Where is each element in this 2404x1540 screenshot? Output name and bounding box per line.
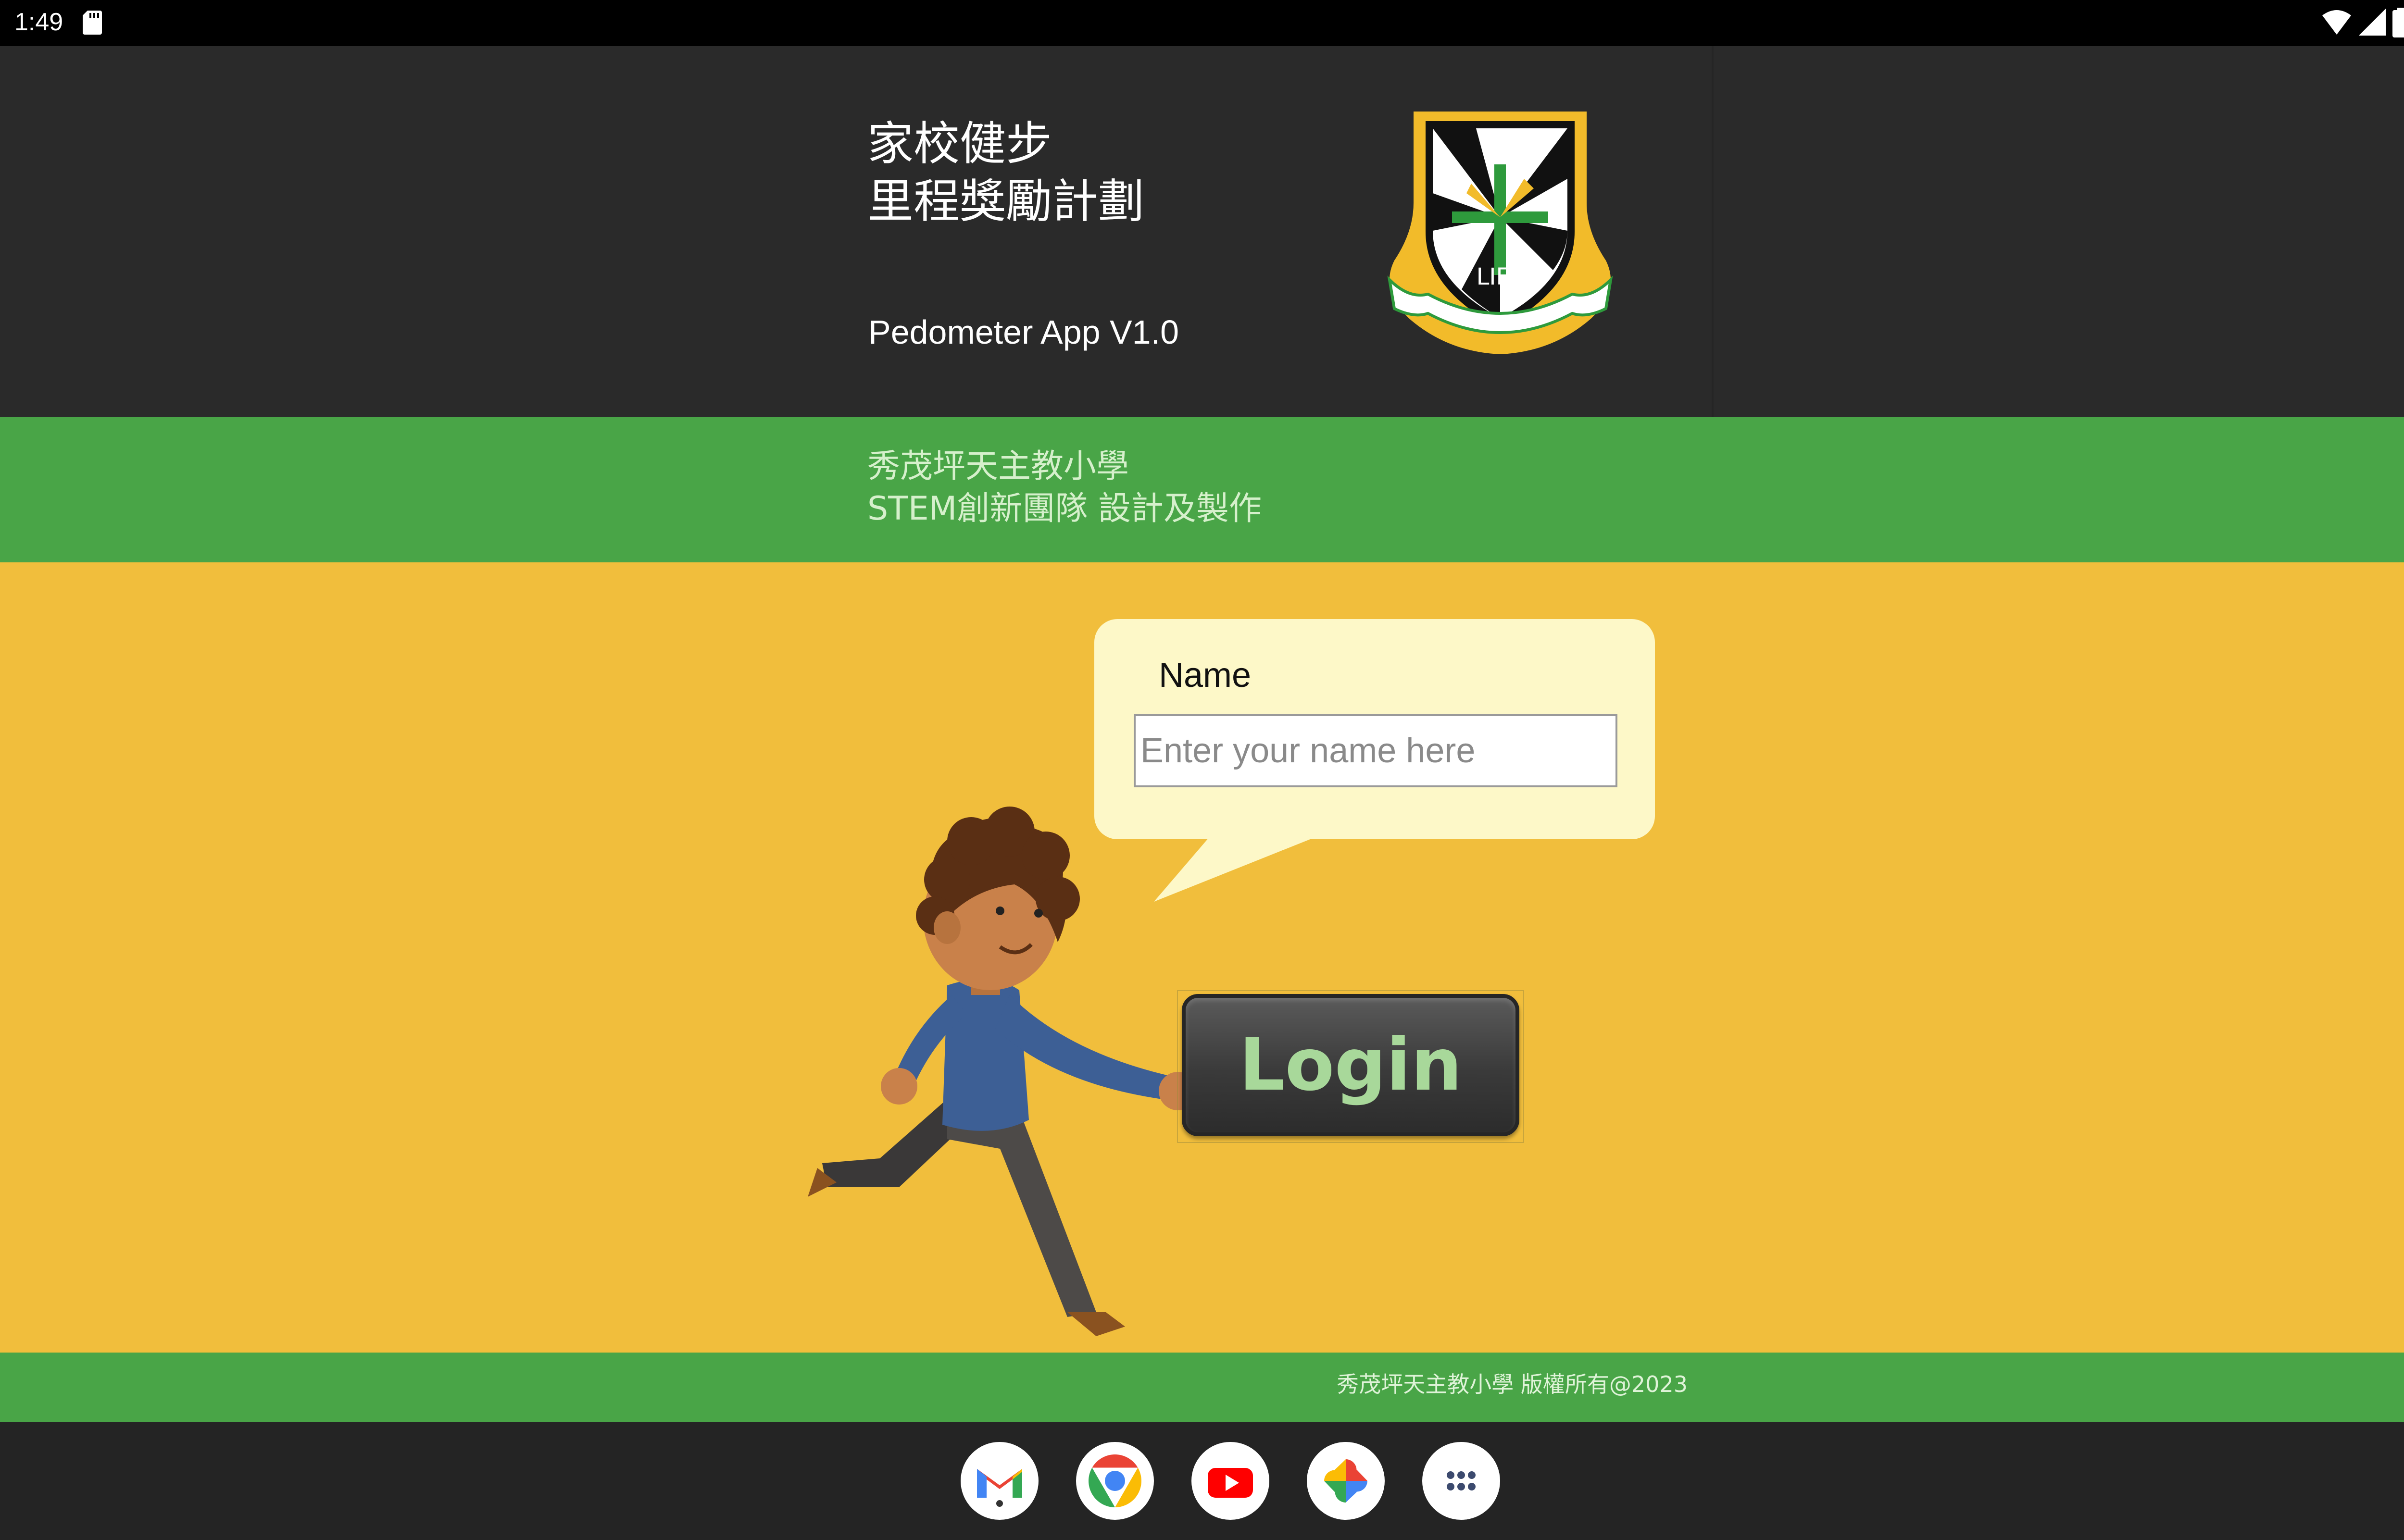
footer-bar: [0, 1353, 2404, 1422]
app-version: Pedometer App V1.0: [868, 313, 1179, 351]
speech-bubble-tail: [1154, 834, 1322, 902]
app-drawer-icon[interactable]: [1422, 1442, 1500, 1520]
running-boy-illustration: [808, 807, 1197, 1336]
sd-card-icon: [83, 11, 102, 35]
credit-team: STEM創新團隊 設計及製作: [867, 490, 1262, 528]
login-button[interactable]: Login: [1182, 994, 1519, 1136]
battery-icon: [2392, 8, 2404, 37]
copyright-text: 秀茂坪天主教小學 版權所有@2023: [1337, 1371, 1688, 1397]
wifi-icon: [2322, 10, 2351, 35]
app-header: [0, 46, 2404, 417]
svg-text:LIFE: LIFE: [1477, 263, 1524, 290]
app-title-line2: 里程獎勵計劃: [867, 174, 1144, 228]
name-label: Name: [1159, 656, 1252, 695]
youtube-icon[interactable]: [1191, 1442, 1269, 1520]
name-input[interactable]: [1134, 714, 1617, 787]
school-crest-logo: LIFE: [1387, 112, 1613, 354]
signal-icon: [2359, 9, 2386, 36]
credit-school-name: 秀茂坪天主教小學: [867, 447, 1129, 485]
app-title-line1: 家校健步: [867, 117, 1052, 171]
gmail-icon[interactable]: [961, 1442, 1039, 1520]
photos-icon[interactable]: [1307, 1442, 1385, 1520]
status-time: 1:49: [14, 8, 63, 36]
chrome-icon[interactable]: [1076, 1442, 1154, 1520]
status-bar: 1:49: [0, 0, 2404, 46]
